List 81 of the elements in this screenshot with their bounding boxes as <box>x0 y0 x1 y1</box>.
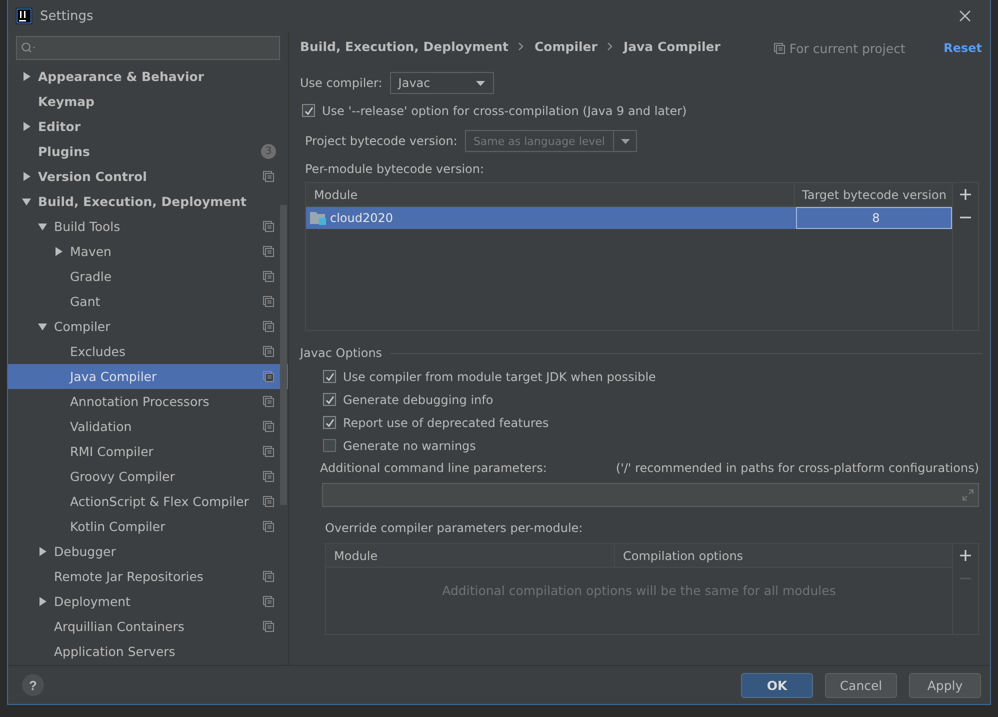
expand-arrow-icon[interactable] <box>22 172 31 181</box>
sidebar-item[interactable]: Compiler <box>8 314 288 339</box>
hint-text: ('/' recommended in paths for cross-platform configurations) <box>616 461 980 475</box>
sidebar-item[interactable]: Excludes <box>8 339 288 364</box>
sidebar-item[interactable]: Maven <box>8 239 288 264</box>
breadcrumb-item: Compiler <box>534 38 598 54</box>
compiler-dropdown[interactable]: Javac <box>390 72 494 94</box>
checkbox[interactable] <box>323 370 336 383</box>
breadcrumb-item: Java Compiler <box>623 38 720 54</box>
field-label: Project bytecode version: <box>305 134 458 148</box>
ok-button[interactable]: OK <box>741 672 813 698</box>
field-label: Use compiler: <box>300 76 382 90</box>
search-field[interactable] <box>16 36 280 60</box>
sidebar-item[interactable]: Deployment <box>8 589 288 614</box>
checkbox[interactable] <box>323 393 336 406</box>
dialog-button[interactable]: Cancel <box>825 672 897 698</box>
column-header[interactable]: Target bytecode version <box>794 183 952 206</box>
checkbox-label: Report use of deprecated features <box>343 416 549 430</box>
field-label: Additional command line parameters: <box>320 461 547 475</box>
sidebar-item[interactable]: Kotlin Compiler <box>8 514 288 539</box>
chevron-icon <box>518 42 524 50</box>
sidebar-item[interactable]: Build, Execution, Deployment <box>8 189 288 214</box>
checkbox-label: Generate no warnings <box>343 438 476 452</box>
add-icon[interactable] <box>960 550 971 561</box>
checkbox[interactable] <box>302 104 315 117</box>
column-header[interactable]: Module <box>306 183 794 206</box>
sidebar-item[interactable]: Version Control <box>8 164 288 189</box>
window-title: Settings <box>40 8 94 24</box>
expand-arrow-icon[interactable] <box>22 72 31 81</box>
parameters-field[interactable] <box>322 483 979 507</box>
dialog-button[interactable]: Apply <box>909 672 981 698</box>
section-label: Override compiler parameters per-module: <box>325 520 584 537</box>
expand-arrow-icon[interactable] <box>22 197 31 206</box>
expand-arrow-icon[interactable] <box>38 547 47 556</box>
column-header[interactable]: Module <box>326 544 614 567</box>
sidebar-item[interactable]: Editor <box>8 114 288 139</box>
chevron-icon <box>607 42 614 50</box>
sidebar-item[interactable]: Java Compiler <box>8 364 288 389</box>
sidebar-item[interactable]: Debugger <box>8 539 288 564</box>
folder-icon <box>310 211 326 225</box>
sidebar-item[interactable]: Gradle <box>8 264 288 289</box>
sidebar-item[interactable]: Appearance & Behavior <box>8 64 288 89</box>
app-logo-icon <box>16 8 32 24</box>
expand-arrow-icon[interactable] <box>38 597 47 606</box>
search-icon <box>21 42 37 54</box>
expand-arrow-icon[interactable] <box>38 222 47 231</box>
help-button[interactable]: ? <box>22 674 44 696</box>
sidebar-item[interactable]: Remote Jar Repositories <box>8 564 288 589</box>
scrollbar[interactable] <box>280 205 287 505</box>
copy-icon <box>774 42 786 54</box>
close-icon[interactable] <box>959 10 971 22</box>
table-row[interactable]: cloud2020 8 <box>306 207 952 229</box>
section-label: Per-module bytecode version: <box>305 161 486 178</box>
sidebar-item[interactable]: Annotation Processors <box>8 389 288 414</box>
scope-note: For current project <box>789 40 906 56</box>
caret-icon <box>476 80 486 86</box>
caret-icon <box>621 138 630 144</box>
section-title: Javac Options <box>300 346 382 360</box>
sidebar-item[interactable]: Gant <box>8 289 288 314</box>
checkbox[interactable] <box>323 439 336 452</box>
reset-link[interactable]: Reset <box>944 37 982 55</box>
module-name: cloud2020 <box>330 211 394 225</box>
checkbox-label: Generate debugging info <box>343 392 494 406</box>
sidebar-item[interactable]: Arquillian Containers <box>8 614 288 639</box>
breadcrumb-item: Build, Execution, Deployment <box>300 38 508 54</box>
column-header[interactable]: Compilation options <box>614 544 952 567</box>
checkbox[interactable] <box>323 416 336 429</box>
expand-arrow-icon[interactable] <box>54 247 63 256</box>
expand-arrow-icon[interactable] <box>22 122 31 131</box>
add-icon[interactable] <box>960 189 971 200</box>
checkbox-label: Use compiler from module target JDK when possible <box>343 370 656 384</box>
sidebar-item[interactable]: Build Tools <box>8 214 288 239</box>
sidebar-item[interactable]: RMI Compiler <box>8 439 288 464</box>
expand-arrow-icon[interactable] <box>38 322 47 331</box>
checkbox-label: Use '--release' option for cross-compilation (Java 9 and later) <box>322 104 687 118</box>
sidebar-item[interactable]: Validation <box>8 414 288 439</box>
version-cell[interactable]: 8 <box>796 207 952 229</box>
sidebar-item[interactable]: Groovy Compiler <box>8 464 288 489</box>
sidebar-item[interactable]: Keymap <box>8 89 288 114</box>
sidebar-item[interactable]: ActionScript & Flex Compiler <box>8 489 288 514</box>
sidebar-item[interactable]: Application Servers <box>8 639 288 664</box>
